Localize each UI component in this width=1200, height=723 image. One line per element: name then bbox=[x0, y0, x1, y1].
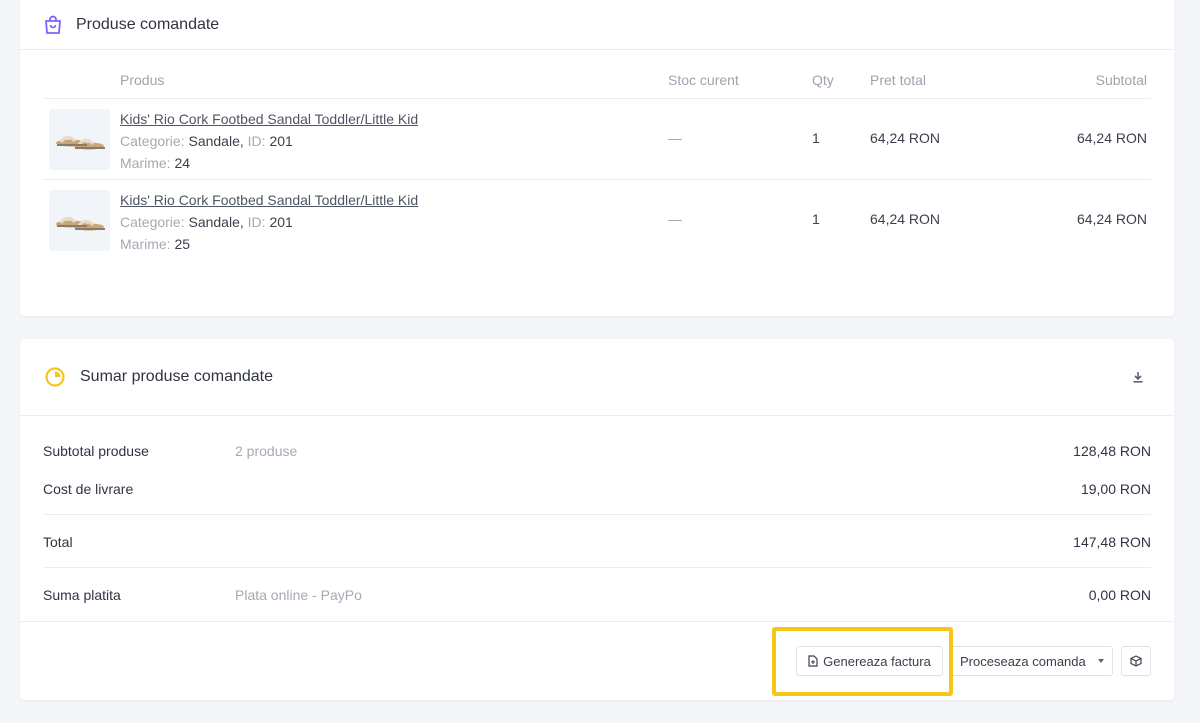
process-order-select[interactable]: Proceseaza comanda bbox=[951, 646, 1113, 676]
divider bbox=[43, 567, 1151, 568]
payment-method: Plata online - PayPo bbox=[235, 587, 362, 603]
quantity: 1 bbox=[812, 130, 820, 146]
table-row: Kids' Rio Cork Footbed Sandal Toddler/Li… bbox=[43, 180, 1151, 261]
subtotal-label: Subtotal produse bbox=[43, 443, 149, 459]
row-subtotal: 64,24 RON bbox=[1076, 130, 1147, 146]
column-header-stoc: Stoc curent bbox=[668, 72, 739, 88]
category-label: Categorie: bbox=[120, 214, 185, 230]
id-value: 201 bbox=[269, 133, 293, 149]
subtotal-value: 128,48 RON bbox=[1073, 443, 1151, 459]
total-value: 147,48 RON bbox=[1073, 534, 1151, 550]
total-price: 64,24 RON bbox=[870, 211, 941, 227]
divider bbox=[43, 514, 1151, 515]
shipping-label: Cost de livrare bbox=[43, 481, 134, 497]
current-stock: — bbox=[668, 130, 682, 146]
total-price: 64,24 RON bbox=[870, 130, 941, 146]
category-label: Categorie: bbox=[120, 133, 185, 149]
shipping-value: 19,00 RON bbox=[1080, 481, 1151, 497]
paid-value: 0,00 RON bbox=[1088, 587, 1151, 603]
products-table-header: Produs Stoc curent Qty Pret total Subtot… bbox=[43, 49, 1151, 99]
shopping-bag-icon bbox=[44, 15, 62, 35]
box-icon bbox=[1130, 655, 1142, 667]
current-stock: — bbox=[668, 211, 682, 227]
product-name-link[interactable]: Kids' Rio Cork Footbed Sandal Toddler/Li… bbox=[120, 192, 418, 208]
column-header-subtotal: Subtotal bbox=[1095, 72, 1147, 88]
category-value: Sandale, bbox=[188, 133, 244, 149]
download-icon[interactable] bbox=[1132, 371, 1144, 383]
caret-down-icon bbox=[1098, 659, 1104, 663]
product-thumbnail[interactable] bbox=[49, 190, 110, 251]
highlight-box bbox=[772, 627, 953, 696]
size-label: Marime: bbox=[120, 236, 171, 252]
pie-chart-icon bbox=[44, 366, 66, 388]
footer-divider bbox=[20, 621, 1174, 622]
process-order-label: Proceseaza comanda bbox=[960, 653, 1086, 669]
column-header-produs: Produs bbox=[120, 72, 165, 88]
product-info: Kids' Rio Cork Footbed Sandal Toddler/Li… bbox=[120, 189, 418, 255]
row-subtotal: 64,24 RON bbox=[1076, 211, 1147, 227]
quantity: 1 bbox=[812, 211, 820, 227]
products-count: 2 produse bbox=[235, 443, 298, 459]
ordered-products-card: Produse comandate Produs Stoc curent Qty… bbox=[20, 0, 1174, 316]
ordered-products-title: Produse comandate bbox=[76, 15, 220, 33]
column-header-qty: Qty bbox=[812, 72, 834, 88]
id-value: 201 bbox=[269, 214, 293, 230]
total-label: Total bbox=[43, 534, 73, 550]
table-row: Kids' Rio Cork Footbed Sandal Toddler/Li… bbox=[43, 99, 1151, 180]
category-value: Sandale, bbox=[188, 214, 244, 230]
products-table: Produs Stoc curent Qty Pret total Subtot… bbox=[43, 49, 1151, 261]
size-label: Marime: bbox=[120, 155, 171, 171]
size-value: 25 bbox=[174, 236, 191, 252]
size-value: 24 bbox=[174, 155, 191, 171]
id-label: ID: bbox=[247, 133, 266, 149]
order-summary-card: Sumar produse comandate Subtotal produse… bbox=[20, 339, 1174, 700]
id-label: ID: bbox=[247, 214, 266, 230]
paid-label: Suma platita bbox=[43, 587, 121, 603]
order-summary-title: Sumar produse comandate bbox=[80, 368, 273, 385]
order-summary-header: Sumar produse comandate bbox=[20, 339, 1174, 416]
column-header-pret: Pret total bbox=[870, 72, 927, 88]
ordered-products-header: Produse comandate bbox=[20, 0, 1174, 50]
product-name-link[interactable]: Kids' Rio Cork Footbed Sandal Toddler/Li… bbox=[120, 111, 418, 127]
product-thumbnail[interactable] bbox=[49, 109, 110, 170]
package-button[interactable] bbox=[1121, 646, 1151, 676]
product-info: Kids' Rio Cork Footbed Sandal Toddler/Li… bbox=[120, 108, 418, 174]
